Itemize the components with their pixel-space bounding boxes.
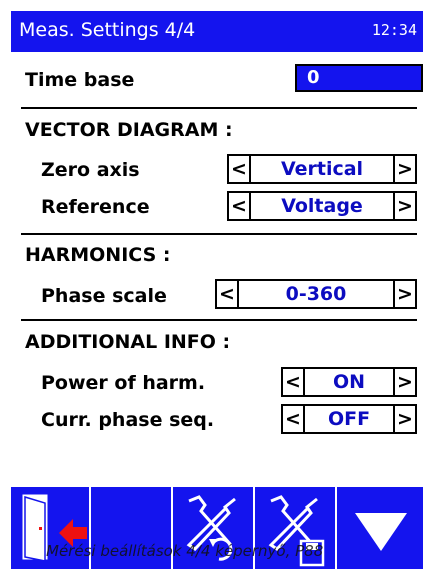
- zero-axis-selector: < Vertical >: [227, 154, 417, 184]
- curr-phase-seq-value: OFF: [327, 408, 371, 430]
- arrow-down-icon: [355, 513, 407, 551]
- title-bar: Meas. Settings 4/4 12:34: [11, 11, 423, 52]
- curr-phase-seq-label: Curr. phase seq.: [41, 409, 215, 431]
- power-of-harm-next-button[interactable]: >: [393, 369, 415, 395]
- phase-scale-value: 0-360: [285, 283, 347, 305]
- divider: [21, 233, 417, 235]
- power-of-harm-selector: < ON >: [281, 367, 417, 397]
- figure-caption: Mérési beállítások 4/4 képernyő, P88: [46, 542, 324, 560]
- phase-scale-label: Phase scale: [41, 285, 167, 307]
- phase-scale-next-button[interactable]: >: [393, 281, 415, 307]
- additional-info-heading: ADDITIONAL INFO :: [25, 331, 231, 353]
- curr-phase-seq-selector: < OFF >: [281, 404, 417, 434]
- next-page-button[interactable]: [339, 487, 423, 569]
- curr-phase-seq-prev-button[interactable]: <: [283, 406, 305, 432]
- power-of-harm-prev-button[interactable]: <: [283, 369, 305, 395]
- clock: 12:34: [371, 21, 417, 39]
- power-of-harm-value: ON: [332, 371, 366, 393]
- power-of-harm-label: Power of harm.: [41, 372, 206, 394]
- time-base-label: Time base: [25, 69, 135, 91]
- phase-scale-selector: < 0-360 >: [215, 279, 417, 309]
- zero-axis-next-button[interactable]: >: [393, 156, 415, 182]
- reference-prev-button[interactable]: <: [229, 193, 251, 219]
- reference-selector: < Voltage >: [227, 191, 417, 221]
- zero-axis-value: Vertical: [280, 158, 364, 180]
- zero-axis-prev-button[interactable]: <: [229, 156, 251, 182]
- reference-label: Reference: [41, 196, 150, 218]
- harmonics-heading: HARMONICS :: [25, 244, 171, 266]
- time-base-field[interactable]: 0: [295, 64, 423, 92]
- phase-scale-prev-button[interactable]: <: [217, 281, 239, 307]
- zero-axis-label: Zero axis: [41, 159, 140, 181]
- reference-value: Voltage: [281, 195, 363, 217]
- vector-diagram-heading: VECTOR DIAGRAM :: [25, 119, 233, 141]
- divider: [21, 107, 417, 109]
- screen-title: Meas. Settings 4/4: [19, 19, 196, 41]
- device-screen: Meas. Settings 4/4 12:34 Time base 0 VEC…: [11, 11, 423, 569]
- curr-phase-seq-next-button[interactable]: >: [393, 406, 415, 432]
- reference-next-button[interactable]: >: [393, 193, 415, 219]
- divider: [21, 319, 417, 321]
